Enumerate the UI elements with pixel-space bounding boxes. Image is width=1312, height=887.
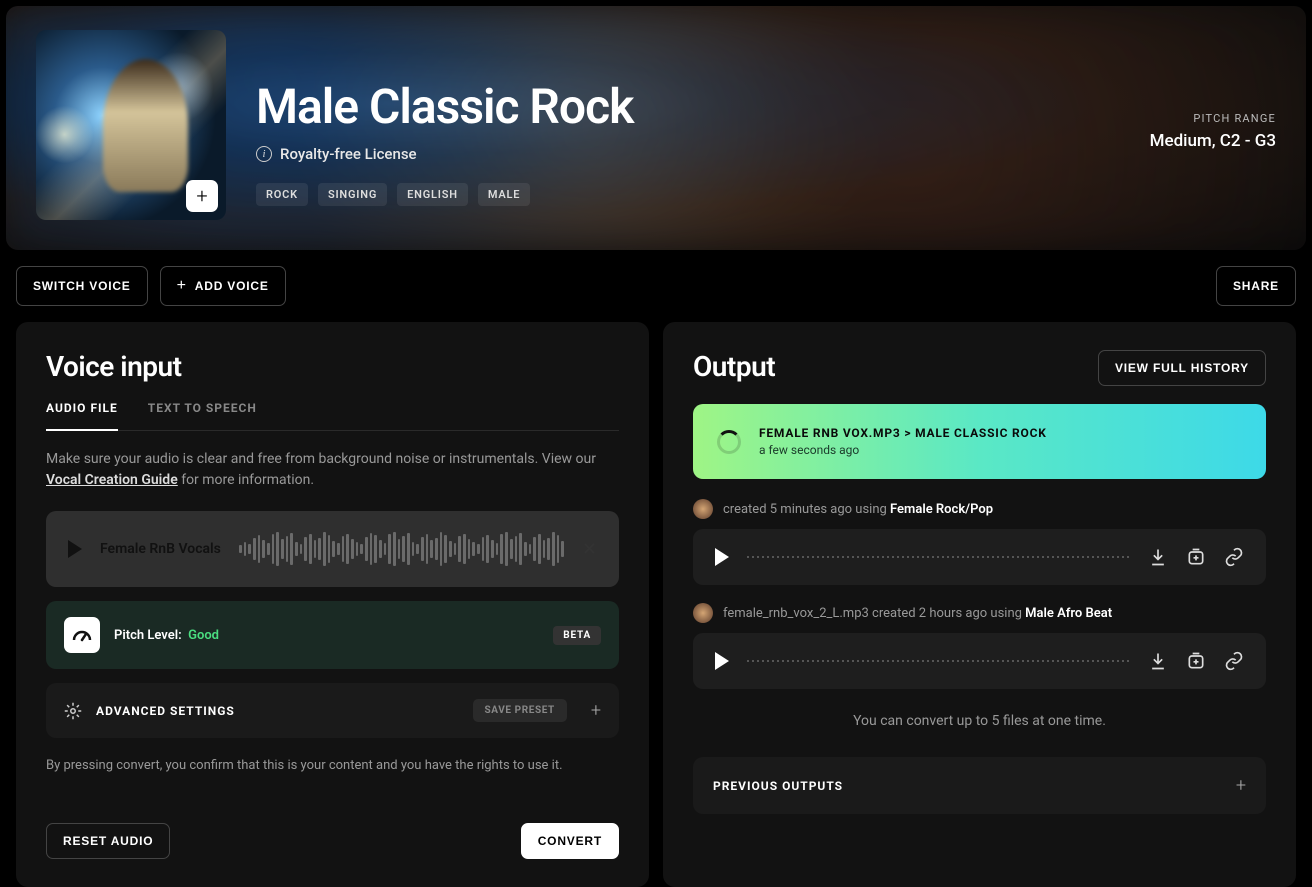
help-text: Make sure your audio is clear and free f… bbox=[46, 449, 619, 491]
waveform[interactable] bbox=[239, 529, 564, 569]
play-icon[interactable] bbox=[68, 540, 82, 558]
output-panel: Output VIEW FULL HISTORY FEMALE RNB VOX.… bbox=[663, 322, 1296, 887]
vocal-guide-link[interactable]: Vocal Creation Guide bbox=[46, 472, 178, 488]
action-row: SWITCH VOICE + ADD VOICE SHARE bbox=[6, 266, 1306, 306]
avatar bbox=[693, 603, 713, 623]
audio-file-name: Female RnB Vocals bbox=[100, 541, 221, 557]
tab-audio-file[interactable]: AUDIO FILE bbox=[46, 401, 118, 431]
audio-player bbox=[693, 633, 1266, 689]
disclaimer-text: By pressing convert, you confirm that th… bbox=[46, 758, 619, 773]
spinner-icon bbox=[717, 430, 741, 454]
download-icon[interactable] bbox=[1148, 547, 1168, 567]
previous-outputs-row[interactable]: PREVIOUS OUTPUTS + bbox=[693, 757, 1266, 814]
license-row: i Royalty-free License bbox=[256, 145, 633, 163]
audio-file-box: Female RnB Vocals ✕ bbox=[46, 511, 619, 587]
tag[interactable]: SINGING bbox=[318, 183, 387, 206]
license-text: Royalty-free License bbox=[280, 145, 417, 163]
plus-icon: + bbox=[1236, 775, 1246, 796]
play-icon[interactable] bbox=[715, 548, 729, 566]
info-icon[interactable]: i bbox=[256, 146, 272, 162]
entry-meta: created 5 minutes ago using Female Rock/… bbox=[693, 499, 1266, 519]
advanced-settings-label: ADVANCED SETTINGS bbox=[96, 704, 235, 718]
avatar bbox=[693, 499, 713, 519]
view-full-history-button[interactable]: VIEW FULL HISTORY bbox=[1098, 350, 1266, 386]
voice-title: Male Classic Rock bbox=[256, 78, 633, 135]
entry-meta: female_rnb_vox_2_L.mp3 created 2 hours a… bbox=[693, 603, 1266, 623]
play-icon[interactable] bbox=[715, 652, 729, 670]
tag[interactable]: ENGLISH bbox=[397, 183, 468, 206]
convert-limit-note: You can convert up to 5 files at one tim… bbox=[693, 713, 1266, 729]
pitch-level-box: Pitch Level: Good BETA bbox=[46, 601, 619, 669]
voice-thumbnail: + bbox=[36, 30, 226, 220]
processing-card: FEMALE RNB VOX.MP3 > MALE CLASSIC ROCK a… bbox=[693, 404, 1266, 479]
close-icon[interactable]: ✕ bbox=[582, 539, 597, 560]
add-to-library-icon[interactable] bbox=[1186, 547, 1206, 567]
processing-title: FEMALE RNB VOX.MP3 > MALE CLASSIC ROCK bbox=[759, 426, 1047, 440]
pitch-range-label: PITCH RANGE bbox=[1150, 112, 1276, 125]
audio-player bbox=[693, 529, 1266, 585]
pitch-range-value: Medium, C2 - G3 bbox=[1150, 131, 1276, 151]
link-icon[interactable] bbox=[1224, 547, 1244, 567]
save-preset-button[interactable]: SAVE PRESET bbox=[473, 699, 567, 722]
voice-hero: + Male Classic Rock i Royalty-free Licen… bbox=[6, 6, 1306, 250]
advanced-settings-row[interactable]: ADVANCED SETTINGS SAVE PRESET + bbox=[46, 683, 619, 738]
download-icon[interactable] bbox=[1148, 651, 1168, 671]
beta-badge: BETA bbox=[553, 626, 601, 645]
output-entry: female_rnb_vox_2_L.mp3 created 2 hours a… bbox=[693, 603, 1266, 689]
plus-icon: + bbox=[196, 184, 207, 208]
tag[interactable]: ROCK bbox=[256, 183, 308, 206]
plus-icon[interactable]: + bbox=[591, 700, 601, 721]
output-entry: created 5 minutes ago using Female Rock/… bbox=[693, 499, 1266, 585]
gear-icon bbox=[64, 702, 82, 720]
previous-outputs-label: PREVIOUS OUTPUTS bbox=[713, 779, 843, 793]
pitch-level-label: Pitch Level: Good bbox=[114, 628, 219, 643]
add-thumbnail-button[interactable]: + bbox=[186, 180, 218, 212]
switch-voice-button[interactable]: SWITCH VOICE bbox=[16, 266, 148, 306]
tab-text-to-speech[interactable]: TEXT TO SPEECH bbox=[148, 401, 257, 431]
link-icon[interactable] bbox=[1224, 651, 1244, 671]
output-title: Output bbox=[693, 350, 775, 383]
gauge-icon bbox=[64, 617, 100, 653]
processing-time: a few seconds ago bbox=[759, 443, 1047, 457]
plus-icon: + bbox=[177, 277, 187, 295]
input-title: Voice input bbox=[46, 350, 619, 383]
share-button[interactable]: SHARE bbox=[1216, 266, 1296, 306]
add-voice-button[interactable]: + ADD VOICE bbox=[160, 266, 286, 306]
player-track[interactable] bbox=[747, 660, 1130, 662]
player-track[interactable] bbox=[747, 556, 1130, 558]
tag[interactable]: MALE bbox=[478, 183, 530, 206]
input-tabs: AUDIO FILE TEXT TO SPEECH bbox=[46, 401, 619, 431]
convert-button[interactable]: CONVERT bbox=[521, 823, 619, 859]
voice-input-panel: Voice input AUDIO FILE TEXT TO SPEECH Ma… bbox=[16, 322, 649, 887]
add-to-library-icon[interactable] bbox=[1186, 651, 1206, 671]
tag-list: ROCK SINGING ENGLISH MALE bbox=[256, 183, 633, 206]
reset-audio-button[interactable]: RESET AUDIO bbox=[46, 823, 170, 859]
